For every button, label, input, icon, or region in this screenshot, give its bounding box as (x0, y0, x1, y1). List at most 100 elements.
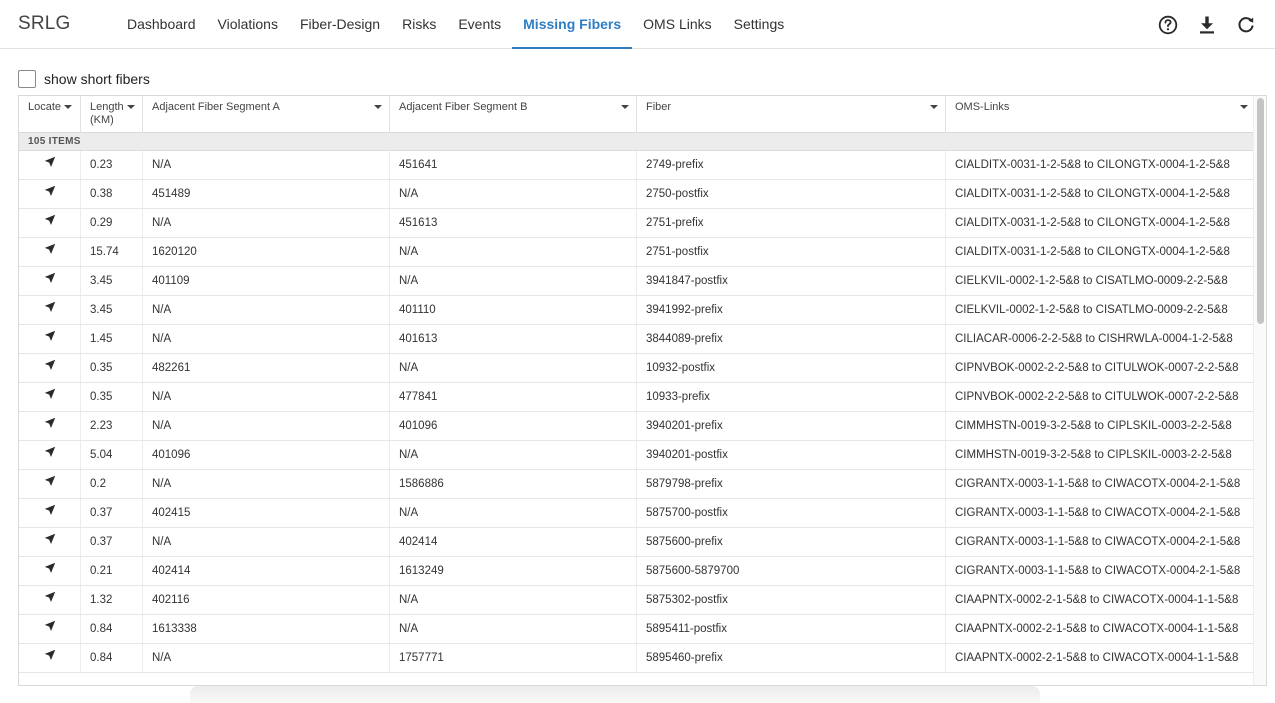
column-header-locate[interactable]: Locate (19, 96, 81, 133)
oms-links-cell: CIGRANTX-0003-1-1-5&8 to CIWACOTX-0004-2… (955, 507, 1241, 519)
locate-cell[interactable] (19, 325, 81, 353)
locate-arrow-icon[interactable] (44, 267, 56, 295)
table-row[interactable]: 2.23 N/A 401096 3940201-prefix CIMMHSTN-0019… (19, 412, 1255, 441)
locate-arrow-icon[interactable] (44, 383, 56, 411)
locate-cell[interactable] (19, 615, 81, 643)
locate-arrow-icon[interactable] (44, 615, 56, 643)
locate-cell[interactable] (19, 557, 81, 585)
locate-arrow-icon[interactable] (44, 412, 56, 440)
column-header-oms-links[interactable]: OMS-Links (946, 96, 1255, 133)
locate-arrow-icon[interactable] (44, 325, 56, 353)
tab-oms-links[interactable]: OMS Links (632, 0, 722, 48)
refresh-icon[interactable] (1234, 13, 1257, 36)
segment-b-cell: 1613249 (390, 557, 637, 585)
tab-events[interactable]: Events (447, 0, 512, 48)
locate-arrow-icon[interactable] (44, 470, 56, 498)
help-icon[interactable] (1156, 13, 1179, 36)
segment-a-cell: 402414 (143, 557, 390, 585)
tab-missing-fibers[interactable]: Missing Fibers (512, 0, 633, 49)
length-cell: 2.23 (81, 412, 143, 440)
locate-cell[interactable] (19, 412, 81, 440)
oms-links-cell: CIMMHSTN-0019-3-2-5&8 to CIPLSKIL-0003-2… (955, 449, 1232, 461)
table-row[interactable]: 0.84 N/A 1757771 5895460-prefix CIAAPNTX-000… (19, 644, 1255, 673)
locate-cell[interactable] (19, 470, 81, 498)
segment-b-cell: N/A (390, 615, 637, 643)
table-row[interactable]: 0.21 402414 1613249 5875600-5879700 CIGRANTX… (19, 557, 1255, 586)
table-row[interactable]: 0.37 402415 N/A 5875700-postfix CIGRANTX-000… (19, 499, 1255, 528)
locate-cell[interactable] (19, 151, 81, 179)
locate-cell[interactable] (19, 586, 81, 614)
table-row[interactable]: 1.45 N/A 401613 3844089-prefix CILIACAR-0006… (19, 325, 1255, 354)
table-row[interactable]: 5.04 401096 N/A 3940201-postfix CIMMHSTN-001… (19, 441, 1255, 470)
sort-caret-icon[interactable] (930, 105, 938, 109)
locate-cell[interactable] (19, 296, 81, 324)
column-header-segment-b[interactable]: Adjacent Fiber Segment B (390, 96, 637, 133)
segment-a-cell: N/A (143, 325, 390, 353)
segment-a-cell: N/A (143, 383, 390, 411)
table-row[interactable]: 0.29 N/A 451613 2751-prefix CIALDITX-0031-1-… (19, 209, 1255, 238)
length-cell: 0.37 (81, 528, 143, 556)
locate-arrow-icon[interactable] (44, 151, 56, 179)
table-row[interactable]: 0.35 482261 N/A 10932-postfix CIPNVBOK-0002-… (19, 354, 1255, 383)
locate-cell[interactable] (19, 499, 81, 527)
locate-arrow-icon[interactable] (44, 296, 56, 324)
column-header-segment-a[interactable]: Adjacent Fiber Segment A (143, 96, 390, 133)
locate-arrow-icon[interactable] (44, 644, 56, 672)
segment-b-cell: 451641 (390, 151, 637, 179)
tab-fiber-design[interactable]: Fiber-Design (289, 0, 391, 48)
locate-arrow-icon[interactable] (44, 441, 56, 469)
locate-arrow-icon[interactable] (44, 354, 56, 382)
sort-caret-icon[interactable] (127, 105, 135, 109)
tab-violations[interactable]: Violations (207, 0, 289, 48)
locate-arrow-icon[interactable] (44, 586, 56, 614)
show-short-fibers-label: show short fibers (44, 70, 150, 87)
oms-links-cell: CIPNVBOK-0002-2-2-5&8 to CITULWOK-0007-2… (955, 362, 1239, 374)
column-header-segment-a-label: Adjacent Fiber Segment A (152, 101, 280, 113)
column-header-fiber[interactable]: Fiber (637, 96, 946, 133)
download-icon[interactable] (1195, 13, 1218, 36)
sort-caret-icon[interactable] (374, 105, 382, 109)
vertical-scrollbar[interactable] (1253, 96, 1266, 685)
length-cell: 1.45 (81, 325, 143, 353)
fiber-cell: 2751-prefix (637, 209, 946, 237)
tab-risks[interactable]: Risks (391, 0, 447, 48)
table-row[interactable]: 1.32 402116 N/A 5875302-postfix CIAAPNTX-000… (19, 586, 1255, 615)
tab-dashboard[interactable]: Dashboard (116, 0, 207, 48)
oms-links-cell: CIGRANTX-0003-1-1-5&8 to CIWACOTX-0004-2… (955, 565, 1241, 577)
segment-b-cell: N/A (390, 354, 637, 382)
segment-a-cell: N/A (143, 412, 390, 440)
table-row[interactable]: 3.45 401109 N/A 3941847-postfix CIELKVIL-000… (19, 267, 1255, 296)
locate-cell[interactable] (19, 267, 81, 295)
table-row[interactable]: 3.45 N/A 401110 3941992-prefix CIELKVIL-0002… (19, 296, 1255, 325)
locate-arrow-icon[interactable] (44, 238, 56, 266)
locate-cell[interactable] (19, 644, 81, 672)
segment-b-cell: N/A (390, 238, 637, 266)
locate-cell[interactable] (19, 238, 81, 266)
locate-arrow-icon[interactable] (44, 180, 56, 208)
locate-cell[interactable] (19, 354, 81, 382)
scrollbar-thumb[interactable] (1257, 98, 1264, 324)
locate-cell[interactable] (19, 528, 81, 556)
sort-caret-icon[interactable] (1240, 105, 1248, 109)
locate-cell[interactable] (19, 209, 81, 237)
sort-caret-icon[interactable] (621, 105, 629, 109)
column-header-length[interactable]: Length (KM) (81, 96, 143, 133)
locate-cell[interactable] (19, 441, 81, 469)
locate-arrow-icon[interactable] (44, 209, 56, 237)
locate-cell[interactable] (19, 180, 81, 208)
table-row[interactable]: 0.37 N/A 402414 5875600-prefix CIGRANTX-0003… (19, 528, 1255, 557)
locate-arrow-icon[interactable] (44, 528, 56, 556)
table-row[interactable]: 0.38 451489 N/A 2750-postfix CIALDITX-0031-1… (19, 180, 1255, 209)
table-row[interactable]: 0.23 N/A 451641 2749-prefix CIALDITX-0031-1-… (19, 151, 1255, 180)
locate-arrow-icon[interactable] (44, 499, 56, 527)
tab-settings[interactable]: Settings (723, 0, 796, 48)
fiber-cell: 2751-postfix (637, 238, 946, 266)
sort-caret-icon[interactable] (64, 105, 72, 109)
table-row[interactable]: 0.2 N/A 1586886 5879798-prefix CIGRANTX-0003… (19, 470, 1255, 499)
show-short-fibers-checkbox[interactable] (18, 69, 36, 88)
table-row[interactable]: 0.35 N/A 477841 10933-prefix CIPNVBOK-0002-2… (19, 383, 1255, 412)
locate-cell[interactable] (19, 383, 81, 411)
locate-arrow-icon[interactable] (44, 557, 56, 585)
table-row[interactable]: 0.84 1613338 N/A 5895411-postfix CIAAPNTX-00… (19, 615, 1255, 644)
table-row[interactable]: 15.74 1620120 N/A 2751-postfix CIALDITX-0031… (19, 238, 1255, 267)
